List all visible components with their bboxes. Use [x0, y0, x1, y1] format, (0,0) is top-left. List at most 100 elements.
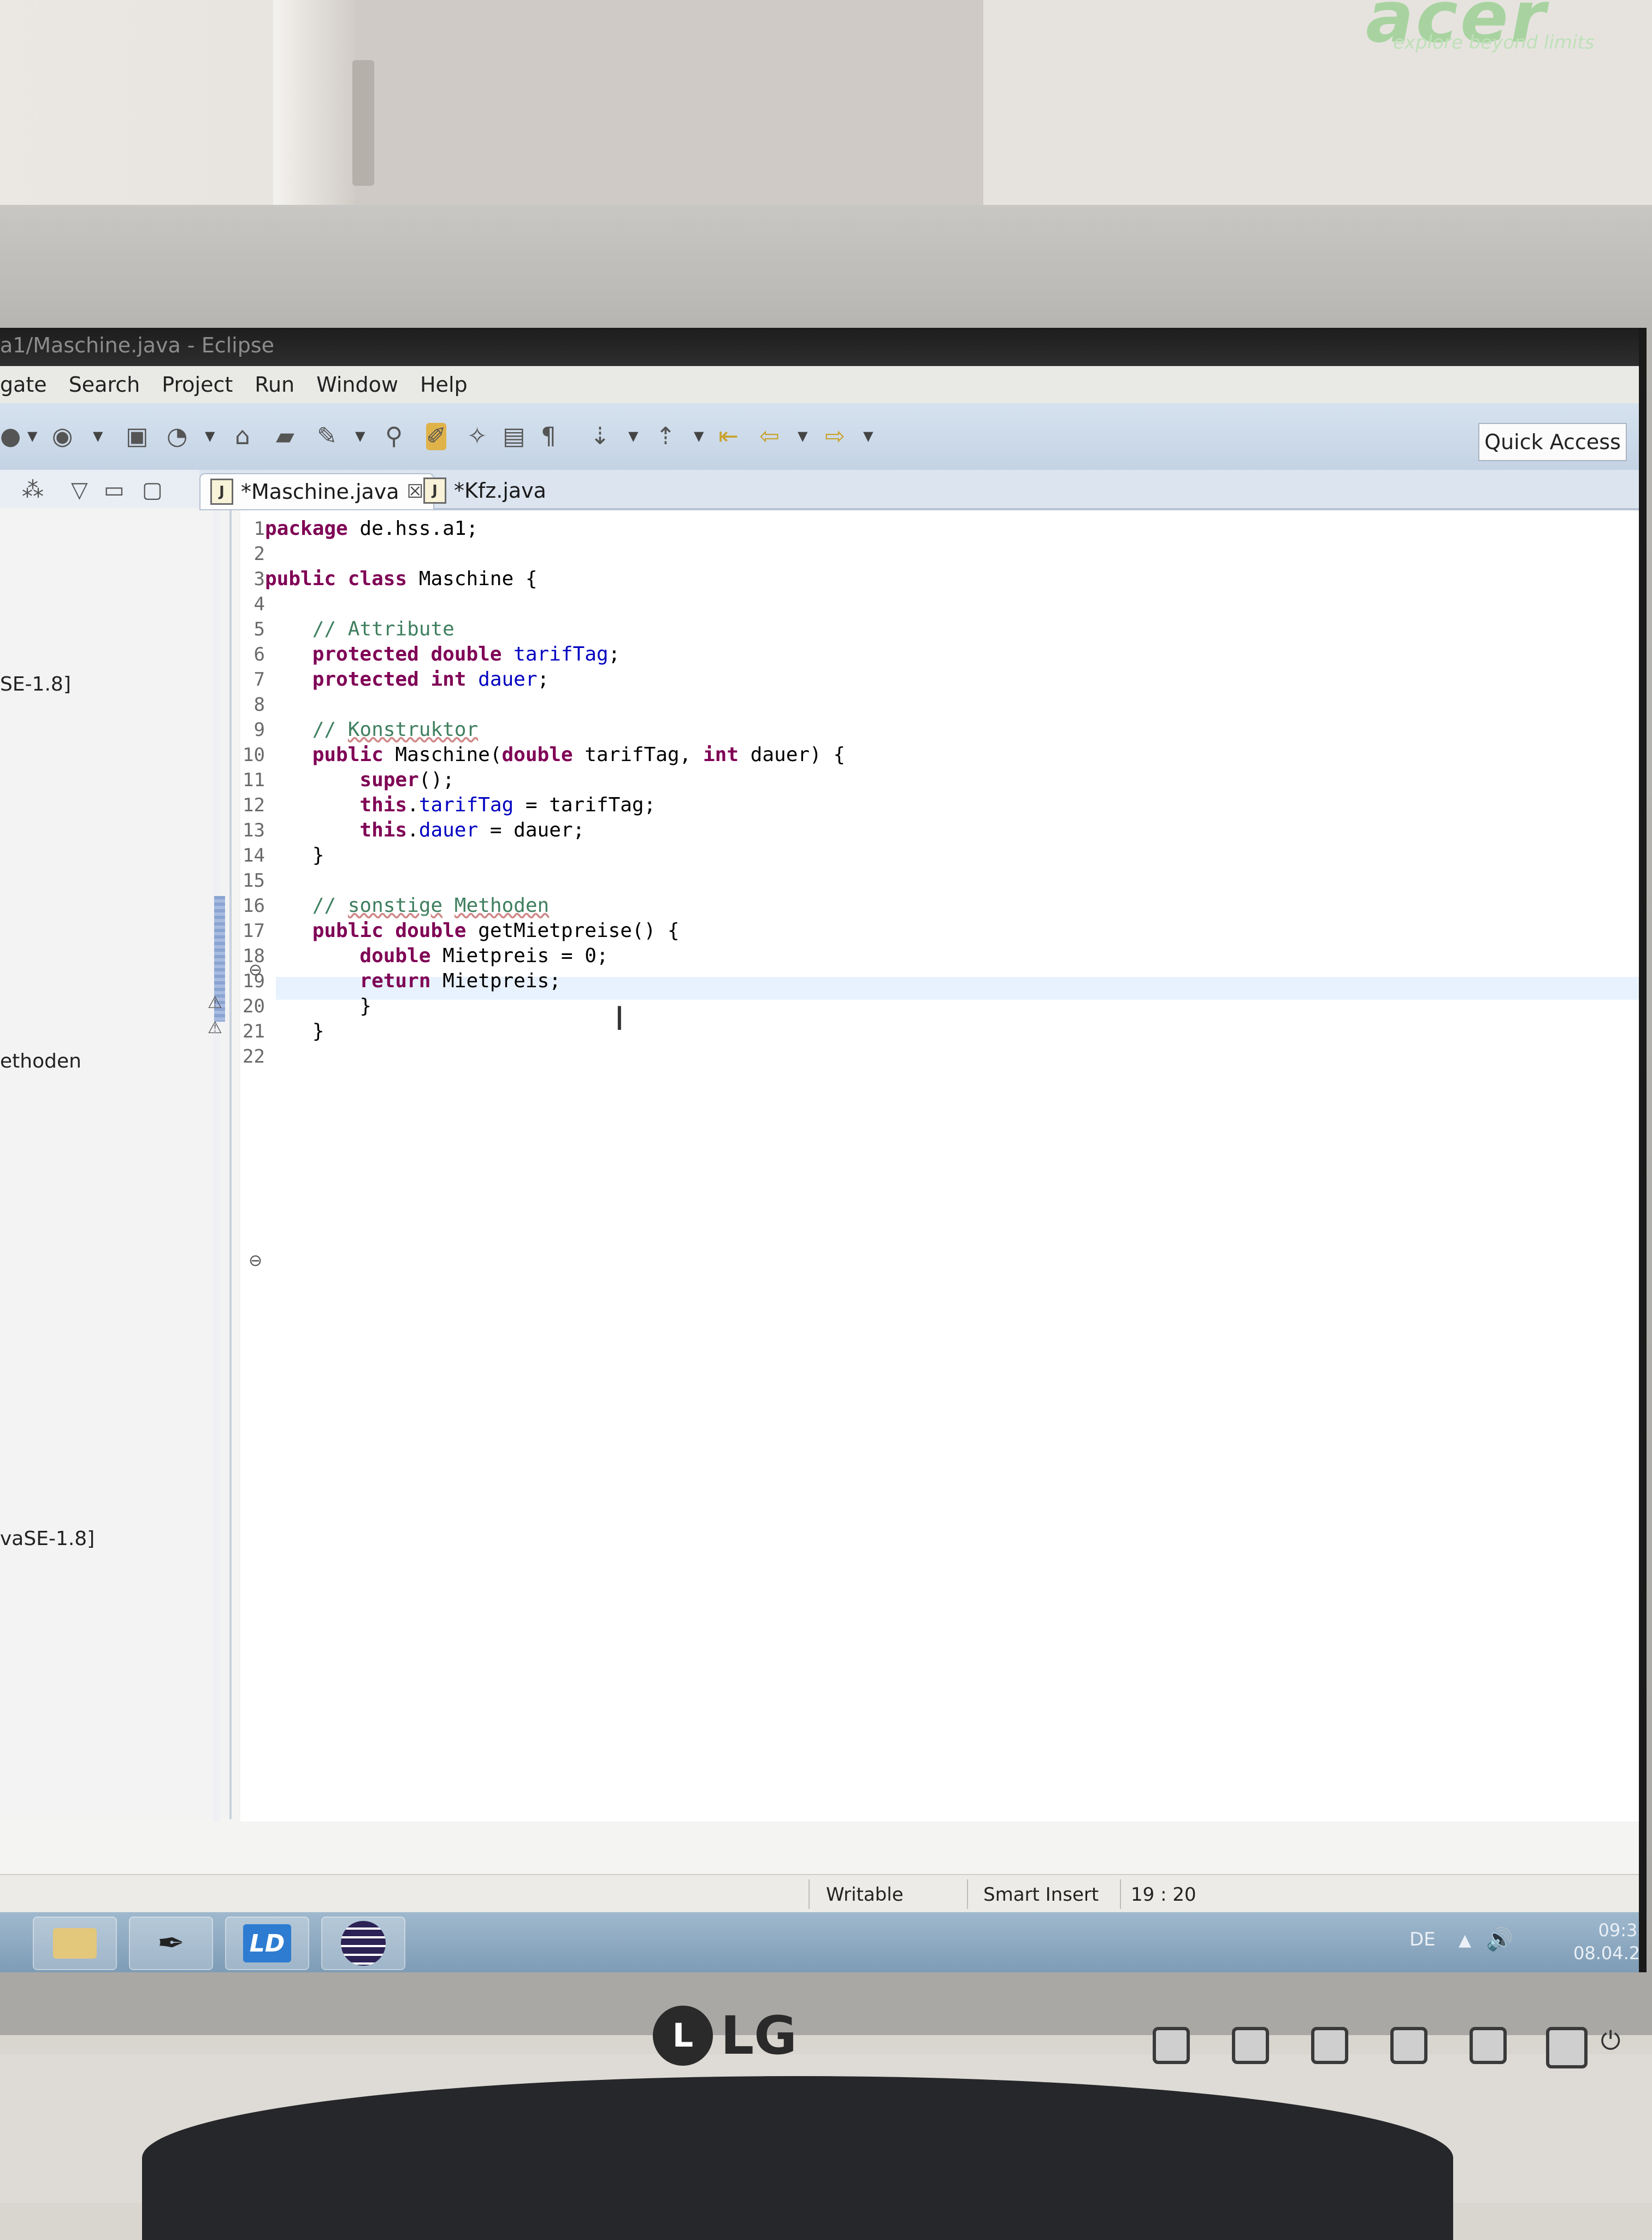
tab-kfz-java[interactable]: J *Kfz.java [414, 473, 556, 508]
edit-icon[interactable]: ✎ [317, 423, 337, 450]
code-line: public double getMietpreise() { [265, 918, 845, 944]
line-number: 11 [243, 769, 265, 791]
line-number: 22 [243, 1046, 265, 1068]
java-file-icon: J [423, 478, 446, 504]
forward-dropdown-icon[interactable]: ▼ [863, 428, 873, 444]
monitor-button[interactable] [1470, 2027, 1507, 2064]
code-token: public [265, 568, 348, 590]
code-token: this [265, 819, 408, 841]
open-folder-icon[interactable]: ▰ [276, 423, 294, 450]
door-handle [352, 60, 374, 186]
tree-item-jre-2[interactable]: vaSE-1.8] [0, 1528, 95, 1550]
menu-navigate[interactable]: gate [0, 373, 47, 397]
back-dropdown-icon[interactable]: ▼ [798, 428, 807, 444]
code-token: public [265, 919, 396, 942]
minimize-icon[interactable]: ▭ [104, 478, 125, 503]
monitor-button[interactable] [1232, 2027, 1269, 2064]
code-line: } [265, 994, 845, 1019]
monitor-button[interactable] [1153, 2027, 1190, 2064]
fold-collapse-icon[interactable]: ⊖ [249, 960, 262, 980]
edit-dropdown-icon[interactable]: ▼ [355, 428, 365, 444]
line-number: 15 [243, 870, 265, 892]
forward-icon[interactable]: ⇨ [825, 423, 845, 450]
code-token: } [265, 844, 324, 866]
last-edit-icon[interactable]: ⇤ [718, 423, 739, 450]
code-token: this [265, 794, 408, 816]
tab-maschine-java[interactable]: J *Maschine.java ☒ [199, 473, 435, 509]
new-class-dropdown-icon[interactable]: ▼ [205, 428, 215, 444]
status-divider [1120, 1879, 1121, 1909]
show-hidden-icons-icon[interactable]: ▲ [1459, 1931, 1471, 1950]
line-number: 2 [253, 543, 265, 565]
monitor-button[interactable] [1546, 2027, 1588, 2068]
code-token: sonstige [347, 894, 443, 917]
menu-search[interactable]: Search [69, 373, 140, 397]
run-icon[interactable]: ● [0, 423, 21, 450]
eclipse-icon [341, 1921, 386, 1966]
open-type-icon[interactable]: ⌂ [235, 423, 250, 450]
next-annotation-dropdown-icon[interactable]: ▼ [628, 428, 638, 444]
mark-occurrences-icon[interactable]: ✐ [426, 423, 446, 450]
code-line: this.tarifTag = tarifTag; [265, 793, 845, 818]
monitor-button[interactable] [1390, 2027, 1427, 2064]
show-whitespace-icon[interactable]: ¶ [541, 423, 556, 450]
tab-label: *Kfz.java [454, 479, 546, 503]
code-token: tarifTag, [585, 744, 703, 766]
monitor-button[interactable] [1311, 2027, 1348, 2064]
line-number: 14 [243, 845, 265, 866]
toggle-icon[interactable]: ✧ [467, 423, 487, 450]
menu-help[interactable]: Help [420, 373, 468, 397]
system-clock[interactable]: 09:33 08.04.2019 [1573, 1919, 1647, 1965]
block-select-icon[interactable]: ▤ [503, 423, 526, 450]
line-number: 10 [243, 744, 265, 766]
run-dropdown-icon[interactable]: ▼ [27, 428, 37, 444]
menu-window[interactable]: Window [316, 373, 398, 397]
code-line: // sonstige Methoden [265, 893, 845, 918]
code-token: Methoden [454, 894, 550, 917]
line-number: 5 [253, 618, 265, 640]
code-token: double [395, 919, 479, 942]
line-number-ruler: 1 2 3 4 5 6 7 8 9 10 11 12 13 14 15 16 17 18 19 20 21 22 [221, 516, 265, 1069]
status-bar: Writable Smart Insert 19 : 20 [0, 1874, 1639, 1913]
taskbar-ld-app[interactable]: LD [225, 1917, 309, 1970]
java-file-icon: J [210, 479, 233, 505]
fold-collapse-icon[interactable]: ⊖ [249, 1251, 262, 1270]
maximize-icon[interactable]: ▢ [142, 478, 163, 503]
next-annotation-icon[interactable]: ⇣ [590, 423, 610, 450]
warning-icon[interactable]: ⚠ [208, 1018, 222, 1038]
pin-icon[interactable]: ⚲ [385, 423, 403, 450]
previous-annotation-icon[interactable]: ⇡ [656, 423, 676, 450]
code-token: (); [418, 769, 455, 791]
volume-icon[interactable]: 🔊 [1486, 1926, 1513, 1952]
clock-date: 08.04.2019 [1573, 1943, 1641, 1964]
power-icon[interactable]: ⏻ [1601, 2026, 1620, 2056]
code-line: this.dauer = dauer; [265, 818, 845, 843]
new-class-icon[interactable]: ◔ [167, 423, 187, 450]
view-menu-icon[interactable]: ▽ [71, 478, 88, 503]
taskbar-pen-app[interactable]: ✒ [129, 1917, 213, 1970]
quick-access-input[interactable]: Quick Access [1478, 423, 1627, 461]
back-icon[interactable]: ⇦ [759, 423, 780, 450]
run-config-icon[interactable]: ◉ [52, 423, 73, 450]
code-token: Mietpreis; [442, 970, 561, 992]
menu-run[interactable]: Run [255, 373, 294, 397]
code-text: package de.hss.a1; public class Maschine … [265, 516, 845, 1069]
taskbar-explorer[interactable] [33, 1917, 117, 1970]
run-config-dropdown-icon[interactable]: ▼ [93, 428, 103, 444]
new-package-icon[interactable]: ▣ [126, 423, 149, 450]
status-insert-mode[interactable]: Smart Insert [983, 1884, 1099, 1906]
menu-project[interactable]: Project [162, 373, 233, 397]
taskbar-eclipse[interactable] [321, 1917, 405, 1970]
status-writable: Writable [826, 1884, 904, 1906]
previous-annotation-dropdown-icon[interactable]: ▼ [694, 428, 704, 444]
code-token: = tarifTag; [514, 794, 656, 816]
tree-item-jre[interactable]: SE-1.8] [0, 673, 71, 695]
door-frame [273, 0, 355, 219]
warning-icon[interactable]: ⚠ [208, 993, 222, 1012]
link-editor-icon[interactable]: ⁂ [22, 478, 44, 503]
language-indicator[interactable]: DE [1409, 1929, 1436, 1950]
clock-time: 09:33 [1598, 1920, 1647, 1941]
tree-item-methoden[interactable]: ethoden [0, 1050, 81, 1072]
